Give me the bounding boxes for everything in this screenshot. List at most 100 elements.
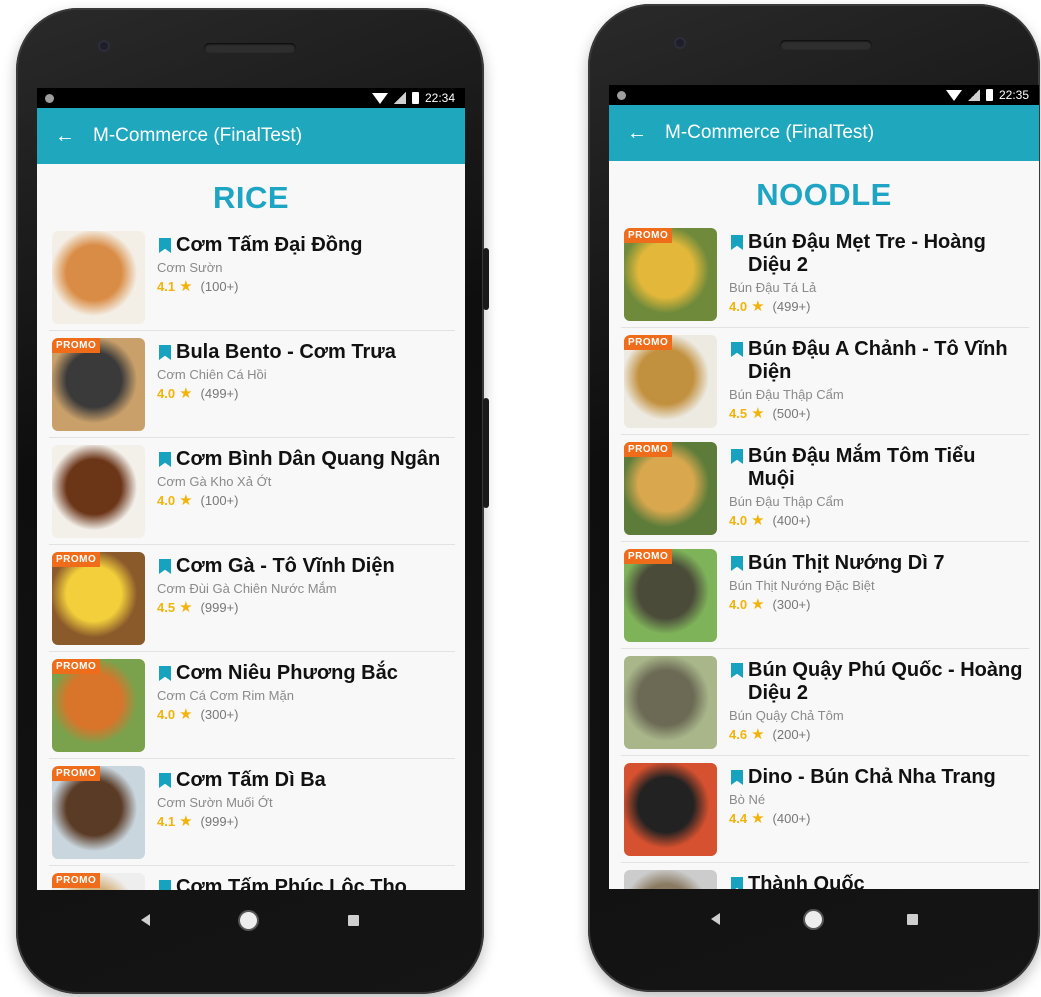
star-icon: ★: [751, 405, 765, 422]
food-thumbnail: PROMO: [624, 442, 717, 535]
bookmark-icon[interactable]: [731, 342, 743, 357]
restaurant-info: Cơm Tấm Phúc Lộc Thọ: [157, 876, 451, 890]
wifi-icon: [945, 89, 962, 101]
food-thumbnail: PROMO: [624, 228, 717, 321]
restaurant-name-text: Bún Đậu Mắm Tôm Tiểu Muội: [748, 445, 976, 490]
food-thumbnail: PROMO: [52, 766, 145, 859]
restaurant-name-text: Cơm Niêu Phương Bắc: [176, 662, 398, 684]
restaurant-list-page[interactable]: RICE Cơm Tấm Đại Đồng Cơm Sườn 4.1 ★ (100+) P…: [37, 164, 465, 890]
star-icon: ★: [179, 278, 193, 295]
restaurant-info: Dino - Bún Chả Nha Trang Bò Né 4.4 ★ (400+): [729, 766, 1025, 827]
restaurant-row[interactable]: PROMO Cơm Tấm Phúc Lộc Thọ: [49, 866, 455, 890]
nav-back-icon[interactable]: [710, 913, 720, 925]
restaurant-name-text: Cơm Bình Dân Quang Ngân: [176, 448, 441, 470]
rating: 4.0 ★ (499+): [157, 384, 451, 402]
dish-name: Cơm Cá Cơm Rim Mặn: [157, 688, 294, 703]
promo-badge: PROMO: [52, 766, 101, 781]
restaurant-row[interactable]: Cơm Bình Dân Quang Ngân Cơm Gà Kho Xả Ớt 4…: [49, 438, 455, 545]
restaurant-row[interactable]: Thành Quốc: [621, 863, 1029, 889]
restaurant-row[interactable]: PROMO Bún Đậu A Chảnh - Tô Vĩnh Diện Bún Đ…: [621, 328, 1029, 435]
review-count: (400+): [772, 512, 811, 528]
star-icon: ★: [751, 512, 765, 529]
restaurant-info: Cơm Niêu Phương Bắc Cơm Cá Cơm Rim Mặn 4.0…: [157, 662, 451, 723]
bookmark-icon[interactable]: [159, 452, 171, 467]
review-count: (999+): [200, 813, 239, 829]
bookmark-icon[interactable]: [731, 556, 743, 571]
restaurant-row[interactable]: PROMO Bún Thịt Nướng Dì 7 Bún Thịt Nướng Đ…: [621, 542, 1029, 649]
food-thumbnail: PROMO: [52, 338, 145, 431]
restaurant-row[interactable]: PROMO Cơm Tấm Dì Ba Cơm Sườn Muối Ớt 4.1 ★ (9…: [49, 759, 455, 866]
restaurant-info: Bula Bento - Cơm Trưa Cơm Chiên Cá Hồi 4.0…: [157, 341, 451, 402]
bookmark-icon[interactable]: [159, 559, 171, 574]
bookmark-icon[interactable]: [731, 235, 743, 250]
nav-back-icon[interactable]: [141, 914, 151, 926]
promo-badge: PROMO: [52, 552, 101, 567]
wifi-icon: [371, 92, 388, 104]
rating: 4.5 ★ (999+): [157, 598, 451, 616]
rating: 4.0 ★ (400+): [729, 511, 1025, 529]
back-arrow-icon[interactable]: ←: [37, 125, 93, 148]
restaurant-info: Cơm Tấm Đại Đồng Cơm Sườn 4.1 ★ (100+): [157, 234, 451, 295]
bookmark-icon[interactable]: [159, 238, 171, 253]
nav-home-icon[interactable]: [240, 911, 258, 929]
bookmark-icon[interactable]: [731, 449, 743, 464]
rating: 4.0 ★ (300+): [157, 705, 451, 723]
restaurant-name-text: Bún Đậu A Chảnh - Tô Vĩnh Diện: [748, 338, 1008, 383]
rating-value: 4.4: [729, 810, 748, 826]
star-icon: ★: [179, 385, 193, 402]
star-icon: ★: [751, 596, 765, 613]
phone-right: 22:35 ← M-Commerce (FinalTest) NOODLE PR…: [588, 4, 1040, 992]
app-bar: ← M-Commerce (FinalTest): [37, 108, 465, 164]
nav-home-icon[interactable]: [804, 910, 822, 928]
bookmark-icon[interactable]: [731, 663, 743, 678]
promo-badge: PROMO: [624, 549, 673, 564]
app-bar: ← M-Commerce (FinalTest): [609, 105, 1039, 161]
app-title: M-Commerce (FinalTest): [93, 125, 303, 146]
restaurant-name: Cơm Gà - Tô Vĩnh Diện: [157, 555, 451, 578]
restaurant-row[interactable]: PROMO Cơm Niêu Phương Bắc Cơm Cá Cơm Rim M…: [49, 652, 455, 759]
restaurant-row[interactable]: PROMO Bún Đậu Mẹt Tre - Hoàng Diệu 2 Bún Đ…: [621, 221, 1029, 328]
dish-name: Cơm Sườn: [157, 260, 223, 275]
restaurant-row[interactable]: PROMO Bún Đậu Mắm Tôm Tiểu Muội Bún Đậu Th…: [621, 435, 1029, 542]
screen: 22:35 ← M-Commerce (FinalTest) NOODLE PR…: [609, 85, 1039, 889]
restaurant-row[interactable]: Bún Quậy Phú Quốc - Hoàng Diệu 2 Bún Quậy…: [621, 649, 1029, 756]
restaurant-name-text: Bún Đậu Mẹt Tre - Hoàng Diệu 2: [748, 231, 986, 276]
restaurant-row[interactable]: Dino - Bún Chả Nha Trang Bò Né 4.4 ★ (400+): [621, 756, 1029, 863]
food-thumbnail: PROMO: [624, 335, 717, 428]
restaurant-row[interactable]: Cơm Tấm Đại Đồng Cơm Sườn 4.1 ★ (100+): [49, 224, 455, 331]
rating: 4.0 ★ (300+): [729, 595, 1025, 613]
back-arrow-icon[interactable]: ←: [609, 122, 665, 145]
bookmark-icon[interactable]: [159, 773, 171, 788]
restaurant-name-text: Dino - Bún Chả Nha Trang: [748, 766, 996, 788]
restaurant-name-text: Cơm Tấm Phúc Lộc Thọ: [176, 876, 407, 890]
food-thumbnail: [624, 870, 717, 889]
battery-icon: [985, 89, 993, 101]
food-thumbnail: PROMO: [52, 659, 145, 752]
bookmark-icon[interactable]: [159, 666, 171, 681]
rating: 4.1 ★ (999+): [157, 812, 451, 830]
bookmark-icon[interactable]: [731, 877, 743, 889]
bookmark-icon[interactable]: [159, 880, 171, 890]
restaurant-row[interactable]: PROMO Bula Bento - Cơm Trưa Cơm Chiên Cá H…: [49, 331, 455, 438]
restaurant-list: PROMO Bún Đậu Mẹt Tre - Hoàng Diệu 2 Bún Đ…: [609, 221, 1039, 889]
front-camera: [98, 40, 110, 52]
nav-recents-icon[interactable]: [906, 913, 918, 925]
dish-name: Cơm Đùi Gà Chiên Nước Mắm: [157, 581, 337, 596]
bookmark-icon[interactable]: [159, 345, 171, 360]
restaurant-name: Cơm Bình Dân Quang Ngân: [157, 448, 451, 471]
food-thumbnail: [52, 445, 145, 538]
front-camera: [674, 37, 686, 49]
restaurant-row[interactable]: PROMO Cơm Gà - Tô Vĩnh Diện Cơm Đùi Gà Chi…: [49, 545, 455, 652]
dish-name: Bún Quậy Chả Tôm: [729, 708, 844, 723]
dish-name: Bún Đậu Thập Cẩm: [729, 387, 844, 402]
food-thumbnail: PROMO: [52, 873, 145, 890]
bookmark-icon[interactable]: [731, 770, 743, 785]
nav-recents-icon[interactable]: [347, 914, 359, 926]
battery-icon: [411, 92, 419, 104]
star-icon: ★: [179, 706, 193, 723]
review-count: (100+): [200, 278, 239, 294]
notification-dot-icon: [617, 91, 626, 100]
phone-left: 22:34 ← M-Commerce (FinalTest) RICE Cơm …: [16, 8, 489, 994]
restaurant-name-text: Cơm Tấm Đại Đồng: [176, 234, 363, 256]
restaurant-list-page[interactable]: NOODLE PROMO Bún Đậu Mẹt Tre - Hoàng Diệu…: [609, 161, 1039, 889]
